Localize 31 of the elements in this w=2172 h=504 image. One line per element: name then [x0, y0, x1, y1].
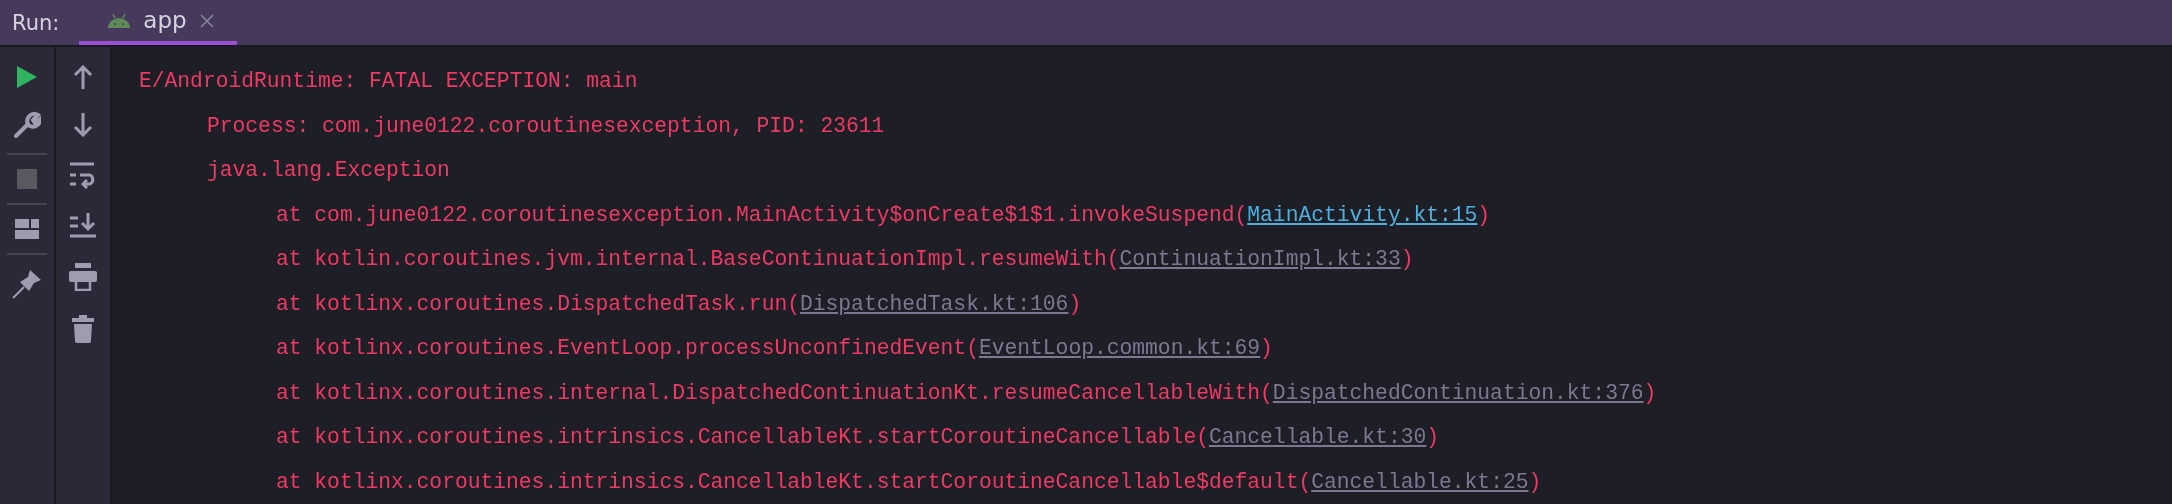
- stack-frame-line: at kotlin.coroutines.jvm.internal.BaseContinuationImpl.resumeWith(ContinuationImpl.kt:33): [275, 246, 1415, 273]
- stack-frame-line: at kotlinx.coroutines.intrinsics.CancellableKt.startCoroutineCancellable$default(Cancellable.kt:25): [275, 468, 1543, 496]
- stack-frame-line: at kotlinx.coroutines.DispatchedTask.run(DispatchedTask.kt:106): [275, 290, 1083, 318]
- android-icon: [107, 12, 132, 29]
- stack-frame-line: at kotlinx.coroutines.internal.DispatchedContinuationKt.resumeCancellableWith(DispatchedContinuation.kt:376): [275, 379, 1658, 407]
- log-line: E/AndroidRuntime: FATAL EXCEPTION: main: [139, 68, 639, 95]
- pin-icon[interactable]: [12, 269, 42, 299]
- file-link[interactable]: DispatchedContinuation.kt:376: [1272, 380, 1644, 405]
- trash-icon[interactable]: [72, 315, 94, 343]
- stack-frame-line: at kotlinx.coroutines.EventLoop.processUnconfinedEvent(EventLoop.common.kt:69): [275, 335, 1274, 362]
- app-tab[interactable]: app: [79, 0, 237, 45]
- stack-frame-line: at com.june0122.coroutinesexception.MainActivity$onCreate$1$1.invokeSuspend(MainActivity.kt:15): [275, 201, 1492, 229]
- print-icon[interactable]: [69, 263, 97, 291]
- layout-icon[interactable]: [15, 219, 39, 239]
- log-line: java.lang.Exception: [206, 157, 451, 184]
- file-link[interactable]: DispatchedTask.kt:106: [800, 291, 1069, 316]
- close-icon[interactable]: [198, 12, 215, 29]
- file-link[interactable]: EventLoop.common.kt:69: [978, 336, 1261, 360]
- scroll-to-end-icon[interactable]: [70, 213, 96, 239]
- file-link[interactable]: Cancellable.kt:25: [1311, 469, 1529, 494]
- file-link[interactable]: MainActivity.kt:15: [1247, 202, 1478, 227]
- file-link[interactable]: Cancellable.kt:30: [1208, 425, 1427, 449]
- run-label: Run:: [11, 10, 61, 35]
- log-line: Process: com.june0122.coroutinesexception, PID: 23611: [206, 112, 886, 140]
- run-icon[interactable]: [16, 65, 38, 89]
- file-link[interactable]: ContinuationImpl.kt:33: [1119, 247, 1401, 271]
- down-arrow-icon[interactable]: [73, 113, 93, 137]
- up-arrow-icon[interactable]: [73, 65, 93, 89]
- wrench-icon[interactable]: [13, 111, 41, 139]
- stack-frame-line: at kotlinx.coroutines.intrinsics.CancellableKt.startCoroutineCancellable(Cancellable.kt:30): [275, 424, 1440, 451]
- soft-wrap-icon[interactable]: [70, 161, 96, 189]
